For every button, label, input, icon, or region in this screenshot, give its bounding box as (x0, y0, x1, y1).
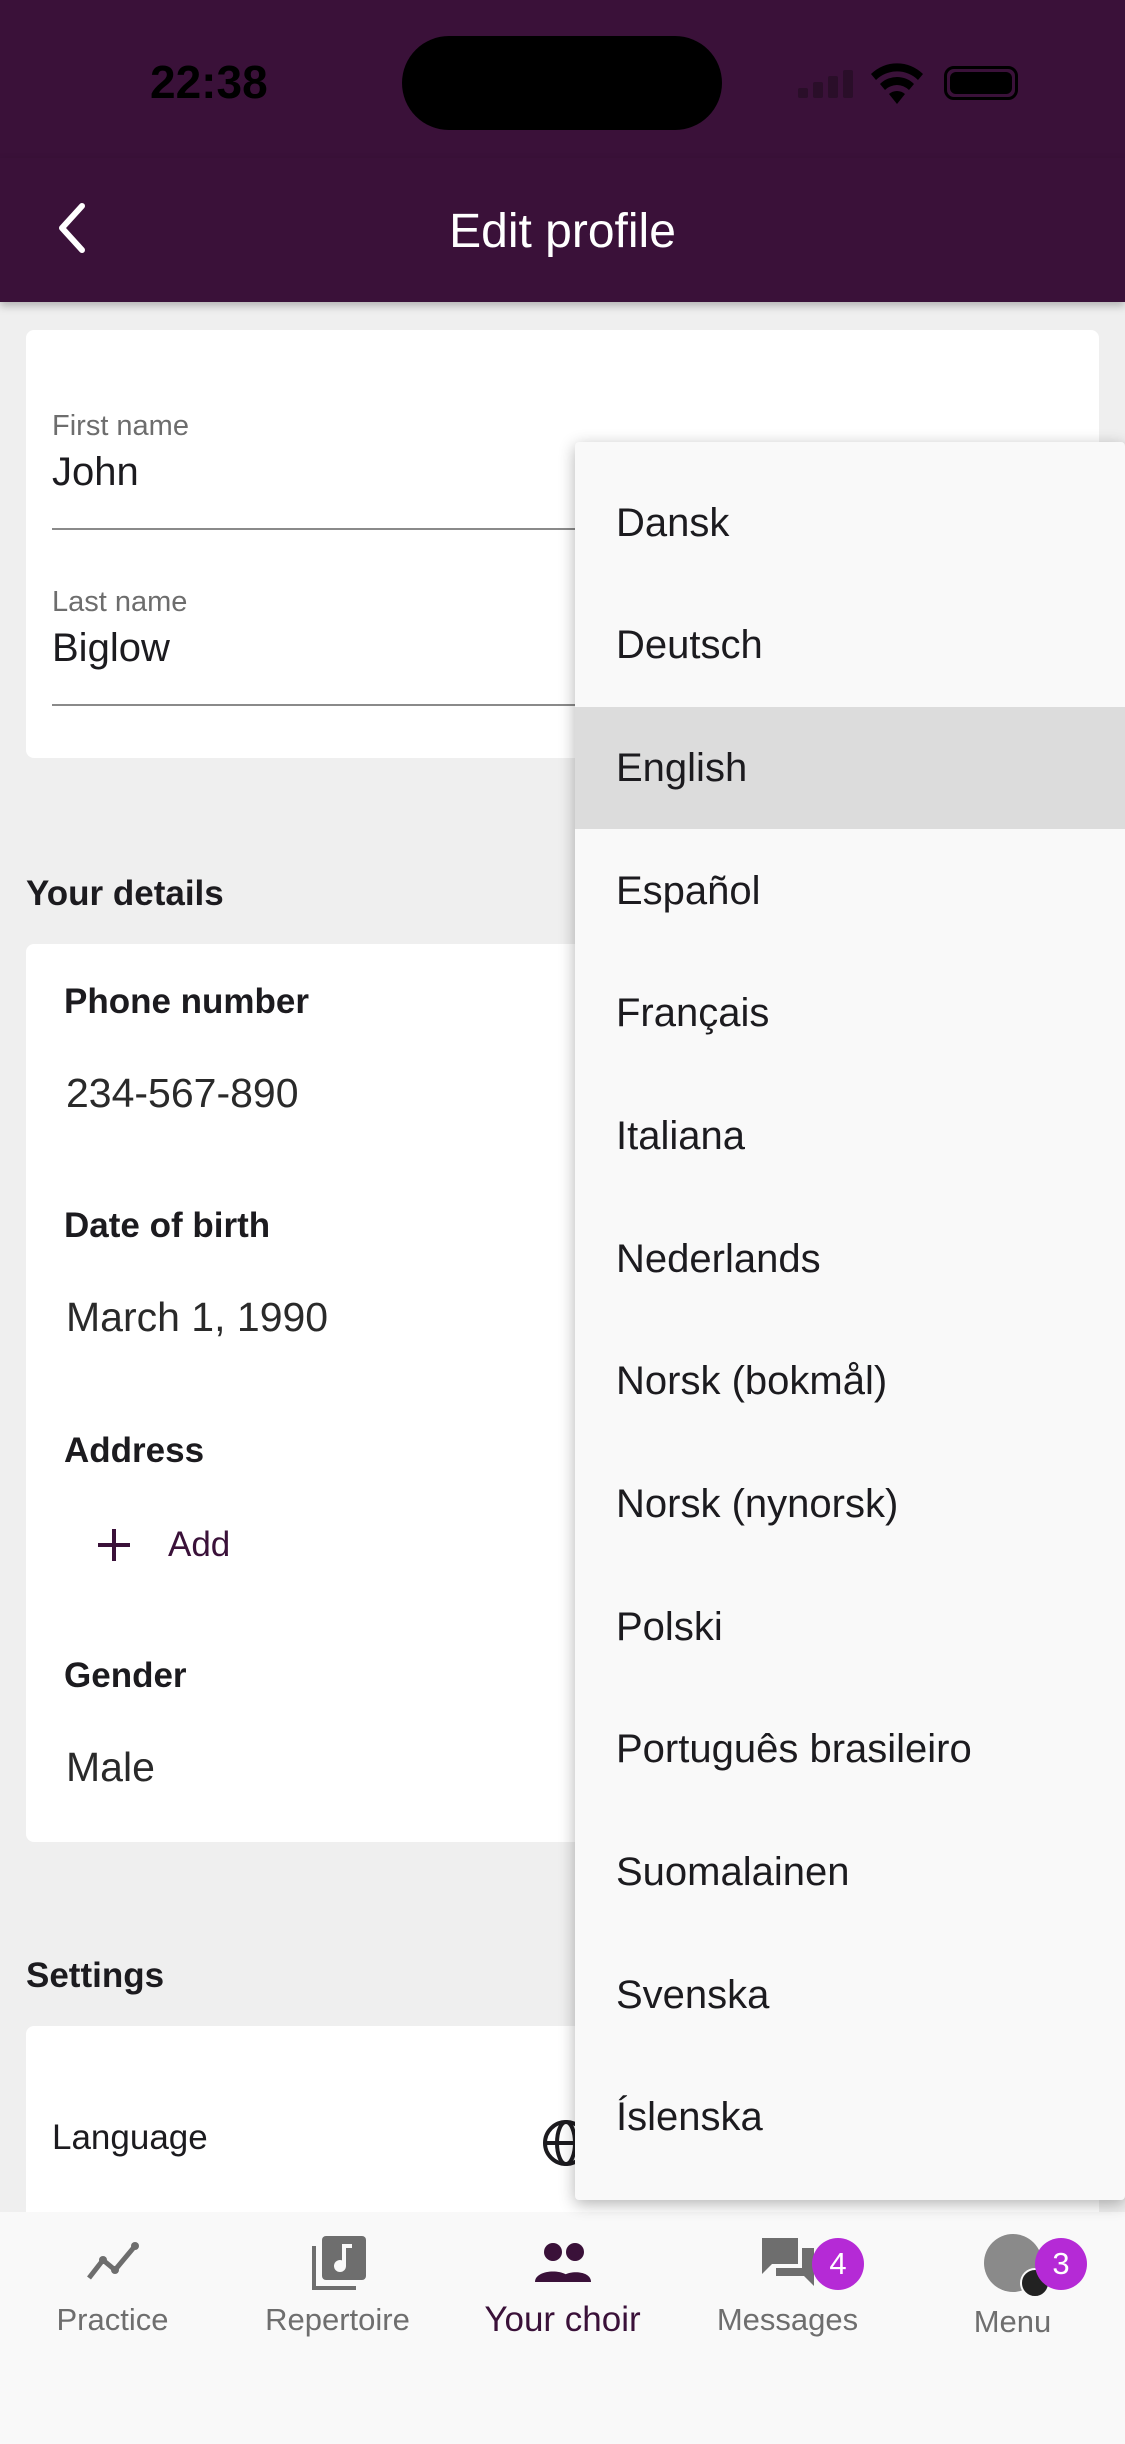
language-option-english[interactable]: English (575, 707, 1125, 829)
language-option-norsk-bokmal[interactable]: Norsk (bokmål) (575, 1320, 1125, 1442)
nav-your-choir[interactable]: Your choir (450, 2234, 675, 2340)
language-option-label: Italiana (616, 1113, 745, 1158)
phone-field[interactable]: 234-567-890 (66, 1070, 299, 1117)
plus-icon (98, 1529, 130, 1561)
gender-label: Gender (64, 1656, 187, 1695)
bottom-navigation: Practice Repertoire Your choir Messages … (0, 2212, 1125, 2444)
language-option-label: Svenska (616, 1972, 770, 2017)
language-option-label: Português brasileiro (616, 1726, 972, 1771)
nav-menu-label: Menu (973, 2304, 1052, 2339)
add-address-button[interactable]: Add (96, 1510, 230, 1580)
language-option-polski[interactable]: Polski (575, 1566, 1125, 1688)
address-label: Address (64, 1431, 205, 1470)
language-option-label: Íslenska (616, 2094, 763, 2139)
details-section-title: Your details (26, 874, 224, 913)
settings-section-title: Settings (26, 1956, 165, 1995)
nav-repertoire[interactable]: Repertoire (225, 2234, 450, 2338)
people-icon (534, 2243, 591, 2282)
language-option-label: Español (616, 868, 761, 913)
status-bar: 22:38 (0, 0, 1125, 158)
dynamic-island (402, 36, 722, 130)
language-option-label: Deutsch (616, 622, 763, 667)
avatar (983, 2234, 1050, 2298)
status-time: 22:38 (150, 56, 268, 108)
language-option-suomalainen[interactable]: Suomalainen (575, 1811, 1125, 1933)
last-name-label: Last name (52, 586, 188, 618)
language-option-label: Polski (616, 1604, 723, 1649)
language-option-deutsch[interactable]: Deutsch (575, 584, 1125, 706)
nav-menu[interactable]: Menu (900, 2234, 1125, 2340)
battery-icon (944, 66, 1018, 100)
language-option-label: English (616, 745, 748, 790)
nav-your-choir-label: Your choir (484, 2300, 641, 2339)
language-option-label: Dansk (616, 500, 730, 545)
cellular-signal-icon (798, 68, 854, 98)
menu-badge: 3 (1035, 2238, 1087, 2290)
language-option-islenska[interactable]: Íslenska (575, 2056, 1125, 2178)
dob-label: Date of birth (64, 1206, 271, 1245)
language-label: Language (52, 2118, 208, 2157)
nav-messages[interactable]: Messages (675, 2234, 900, 2338)
nav-practice[interactable]: Practice (0, 2234, 225, 2338)
language-option-norsk-nynorsk[interactable]: Norsk (nynorsk) (575, 1443, 1125, 1565)
messages-icon (761, 2238, 814, 2286)
language-option-label: Norsk (nynorsk) (616, 1481, 899, 1526)
language-option-nederlands[interactable]: Nederlands (575, 1198, 1125, 1320)
first-name-label: First name (52, 410, 189, 442)
language-option-dansk[interactable]: Dansk (575, 462, 1125, 584)
language-option-label: Norsk (bokmål) (616, 1358, 888, 1403)
nav-messages-label: Messages (716, 2302, 859, 2337)
app-bar: Edit profile (0, 158, 1125, 302)
nav-repertoire-label: Repertoire (265, 2302, 410, 2337)
page-title: Edit profile (449, 205, 676, 258)
nav-practice-label: Practice (56, 2302, 169, 2337)
language-option-svenska[interactable]: Svenska (575, 1934, 1125, 2056)
language-option-label: Suomalainen (616, 1849, 850, 1894)
language-option-francais[interactable]: Français (575, 952, 1125, 1074)
wifi-icon (871, 63, 923, 104)
language-option-portugues[interactable]: Português brasileiro (575, 1688, 1125, 1810)
language-dropdown-menu: Dansk Deutsch English Español Français I… (575, 442, 1125, 2200)
music-note-icon (311, 2236, 366, 2290)
language-option-italiana[interactable]: Italiana (575, 1075, 1125, 1197)
language-option-espanol[interactable]: Español (575, 830, 1125, 952)
dob-field[interactable]: March 1, 1990 (66, 1294, 328, 1341)
add-address-label: Add (168, 1525, 231, 1564)
first-name-field[interactable]: John (52, 450, 139, 495)
gender-field[interactable]: Male (66, 1744, 155, 1791)
messages-badge: 4 (812, 2238, 864, 2290)
last-name-field[interactable]: Biglow (52, 626, 170, 671)
practice-chart-icon (86, 2242, 139, 2280)
language-option-label: Français (616, 990, 770, 1035)
phone-label: Phone number (64, 982, 310, 1021)
language-option-label: Nederlands (616, 1236, 821, 1281)
